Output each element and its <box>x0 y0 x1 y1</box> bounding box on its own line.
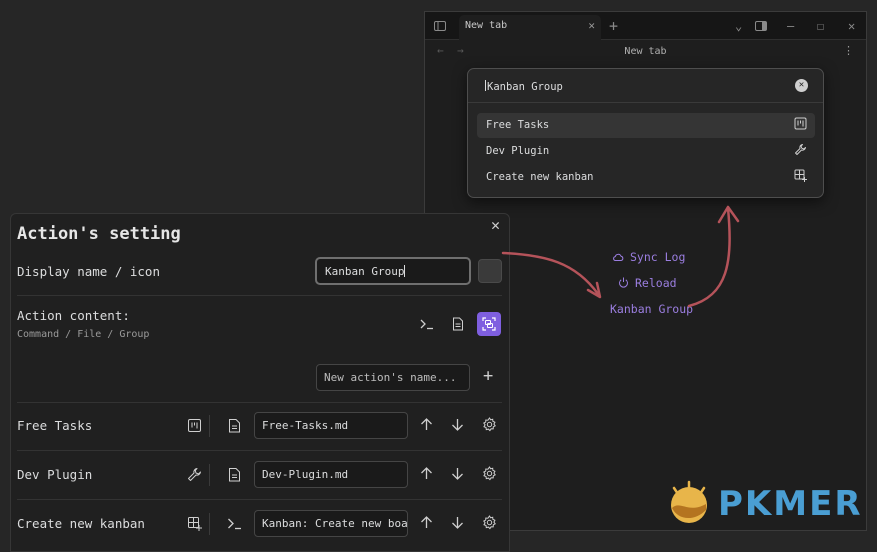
new-action-placeholder: New action's name... <box>324 371 457 384</box>
display-name-label: Display name / icon <box>17 264 160 279</box>
split-view-icon[interactable] <box>755 12 767 32</box>
divider <box>17 450 502 451</box>
watermark-text: PKMER <box>718 484 863 524</box>
reload-link[interactable]: Reload <box>618 276 677 290</box>
action-name: Dev Plugin <box>17 467 93 482</box>
palette-search-input[interactable]: Kanban Group ✕ <box>468 69 823 103</box>
view-title: New tab <box>624 46 667 57</box>
group-icon <box>482 317 496 331</box>
action-target-input[interactable]: Free-Tasks.md <box>254 412 408 439</box>
chevron-down-icon[interactable]: ⌄ <box>735 12 742 40</box>
action-name: Free Tasks <box>17 418 93 433</box>
action-name: Create new kanban <box>17 516 145 531</box>
divider <box>17 295 502 296</box>
tab-new-tab[interactable]: New tab ✕ <box>459 15 601 40</box>
action-content-label: Action content: <box>17 308 130 323</box>
terminal-icon[interactable] <box>227 516 242 531</box>
suggestion-free-tasks[interactable]: Free Tasks <box>477 113 815 138</box>
power-icon <box>619 277 628 288</box>
arrow-down-icon[interactable] <box>450 417 465 432</box>
suggestion-label: Create new kanban <box>486 171 594 183</box>
maximize-icon[interactable]: ☐ <box>817 12 824 40</box>
action-row: Free Tasks Free-Tasks.md <box>17 412 502 442</box>
text-caret <box>404 265 406 277</box>
action-target-input[interactable]: Kanban: Create new boa <box>254 510 408 537</box>
divider <box>209 513 210 535</box>
layout-add-icon <box>794 169 807 182</box>
minimize-icon[interactable]: — <box>787 12 794 40</box>
kanban-icon <box>794 117 807 130</box>
action-target-input[interactable]: Dev-Plugin.md <box>254 461 408 488</box>
cloud-icon <box>613 253 624 261</box>
arrow-up-icon[interactable] <box>419 466 434 481</box>
action-target-value: Kanban: Create new boa <box>262 517 408 530</box>
sidebar-toggle-icon[interactable] <box>434 12 446 32</box>
action-row: Dev Plugin Dev-Plugin.md <box>17 461 502 491</box>
arrow-up-icon[interactable] <box>419 515 434 530</box>
arrow-down-icon[interactable] <box>450 515 465 530</box>
modal-title: Action's setting <box>17 224 181 244</box>
add-action-icon[interactable]: + <box>483 366 493 386</box>
divider <box>17 402 502 403</box>
new-tab-icon[interactable]: + <box>609 12 618 40</box>
file-icon[interactable] <box>227 467 242 482</box>
type-group-button[interactable] <box>477 312 501 336</box>
file-icon <box>453 317 463 331</box>
suggestion-dev-plugin[interactable]: Dev Plugin <box>477 139 815 164</box>
divider <box>17 499 502 500</box>
action-settings-modal: ✕ Action's setting Display name / icon K… <box>10 213 510 552</box>
action-target-value: Free-Tasks.md <box>262 419 349 432</box>
layout-add-icon[interactable] <box>187 516 202 531</box>
pkmer-watermark: PKMER <box>666 480 866 530</box>
palette-query-text: Kanban Group <box>487 81 563 93</box>
action-content-description: Command / File / Group <box>17 329 150 340</box>
clear-search-icon[interactable]: ✕ <box>795 79 808 92</box>
pkmer-logo-icon <box>671 480 707 523</box>
tab-close-icon[interactable]: ✕ <box>588 19 595 32</box>
nav-bar: ← → New tab ⋮ <box>425 40 866 64</box>
gear-icon[interactable] <box>482 466 497 481</box>
suggestion-palette: Kanban Group ✕ Free Tasks Dev Plugin Cre… <box>467 68 824 198</box>
kanban-group-link[interactable]: Kanban Group <box>610 302 693 316</box>
suggestion-create-new-kanban[interactable]: Create new kanban <box>477 165 815 190</box>
close-icon[interactable]: ✕ <box>491 216 500 234</box>
wrench-icon <box>795 144 806 155</box>
action-row: Create new kanban Kanban: Create new boa <box>17 510 502 540</box>
suggestion-label: Dev Plugin <box>486 145 550 157</box>
more-options-icon[interactable]: ⋮ <box>843 44 854 57</box>
sync-log-label: Sync Log <box>630 250 686 264</box>
tab-bar: New tab ✕ + ⌄ — ☐ ✕ <box>425 12 866 40</box>
divider <box>209 464 210 486</box>
reload-label: Reload <box>635 276 677 290</box>
text-caret <box>485 80 486 91</box>
arrow-up-icon[interactable] <box>419 417 434 432</box>
wrench-icon[interactable] <box>187 467 202 482</box>
terminal-icon <box>420 319 433 330</box>
new-action-name-input[interactable]: New action's name... <box>316 364 470 391</box>
window-close-icon[interactable]: ✕ <box>848 12 855 40</box>
suggestion-label: Free Tasks <box>486 119 550 131</box>
icon-picker-button[interactable] <box>478 259 502 283</box>
type-file-button[interactable] <box>446 312 470 336</box>
divider <box>209 415 210 437</box>
gear-icon[interactable] <box>482 417 497 432</box>
kanban-group-label: Kanban Group <box>610 302 694 316</box>
file-icon[interactable] <box>227 418 242 433</box>
kanban-icon[interactable] <box>187 418 202 433</box>
sync-log-link[interactable]: Sync Log <box>612 250 685 264</box>
tab-title: New tab <box>465 20 508 31</box>
arrow-down-icon[interactable] <box>450 466 465 481</box>
gear-icon[interactable] <box>482 515 497 530</box>
display-name-value: Kanban Group <box>325 265 405 278</box>
type-command-button[interactable] <box>415 312 439 336</box>
display-name-input[interactable]: Kanban Group <box>315 257 471 285</box>
action-target-value: Dev-Plugin.md <box>262 468 349 481</box>
